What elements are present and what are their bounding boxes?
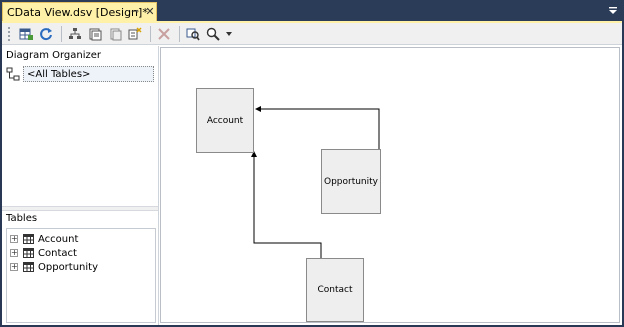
entity-label: Opportunity — [323, 176, 378, 187]
tables-pane-title: Tables — [6, 213, 38, 224]
expand-icon[interactable]: + — [10, 263, 18, 271]
new-named-query-icon[interactable] — [86, 25, 104, 43]
tab-title: CData View.dsv [Design]* — [7, 6, 148, 19]
new-relationship-icon[interactable] — [106, 25, 124, 43]
table-label: Contact — [38, 247, 77, 259]
relationship-opportunity-account — [255, 106, 380, 149]
expand-icon[interactable]: + — [10, 235, 18, 243]
entity-label: Account — [206, 115, 244, 126]
close-icon[interactable]: ✕ — [144, 6, 156, 18]
entity-account[interactable]: Account — [196, 88, 254, 153]
diagram-organizer-item[interactable]: <All Tables> — [6, 66, 154, 82]
tab-cdata-view[interactable]: CData View.dsv [Design]* ⊸ ✕ — [2, 2, 157, 22]
diagram-organizer-title: Diagram Organizer — [6, 50, 102, 61]
designer-toolbar — [2, 23, 622, 45]
entity-opportunity[interactable]: Opportunity — [321, 149, 381, 214]
zoom-icon[interactable] — [204, 25, 222, 43]
expand-icon[interactable]: + — [10, 249, 18, 257]
toolbar-grip[interactable] — [8, 26, 13, 41]
chevron-down-icon[interactable] — [224, 25, 234, 43]
arrange-tables-icon[interactable] — [66, 25, 84, 43]
table-icon — [23, 234, 34, 244]
find-table-icon[interactable] — [184, 25, 202, 43]
table-label: Opportunity — [38, 261, 99, 273]
tables-list: + Account + Contact + Opportunity — [6, 228, 156, 323]
relationship-contact-account — [251, 151, 322, 258]
table-icon — [23, 248, 34, 258]
all-tables-diagram-label[interactable]: <All Tables> — [23, 66, 154, 82]
toolbar-separator — [150, 25, 151, 42]
document-area: Diagram Organizer <All Tables> Tables + — [2, 23, 622, 325]
table-icon — [23, 262, 34, 272]
table-label: Account — [38, 233, 79, 245]
delete-icon[interactable] — [155, 25, 173, 43]
diagram-canvas[interactable]: Account Opportunity Contact — [160, 47, 620, 323]
designer-window: CData View.dsv [Design]* ⊸ ✕ Diagram Org… — [0, 0, 624, 327]
table-item-contact[interactable]: + Contact — [10, 246, 77, 260]
table-item-opportunity[interactable]: + Opportunity — [10, 260, 98, 274]
tab-list-dropdown-icon[interactable] — [608, 6, 618, 16]
refresh-icon[interactable] — [37, 25, 55, 43]
document-tab-strip: CData View.dsv [Design]* ⊸ ✕ — [0, 0, 624, 22]
entity-contact[interactable]: Contact — [306, 258, 364, 322]
left-pane: Diagram Organizer <All Tables> Tables + — [2, 46, 159, 325]
toolbar-separator — [61, 25, 62, 42]
entity-label: Contact — [317, 285, 353, 295]
diagram-icon — [6, 67, 20, 81]
pane-splitter[interactable] — [2, 206, 158, 211]
table-item-account[interactable]: + Account — [10, 232, 78, 246]
new-named-calculation-icon[interactable] — [126, 25, 144, 43]
toolbar-separator — [179, 25, 180, 42]
add-remove-tables-icon[interactable] — [17, 25, 35, 43]
pin-icon[interactable]: ⊸ — [129, 6, 141, 18]
